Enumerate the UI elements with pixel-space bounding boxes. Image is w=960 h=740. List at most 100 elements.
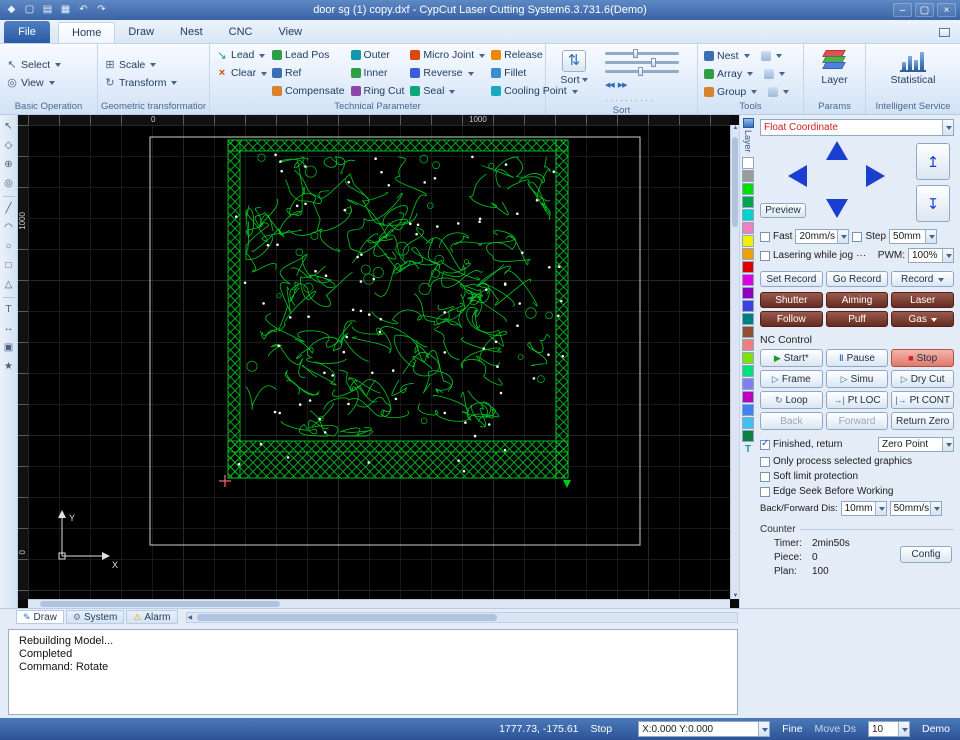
layer-button[interactable]: Layer: [810, 46, 860, 86]
ribbon-lead-pos-button[interactable]: Lead Pos: [269, 46, 348, 64]
group-extra-icon[interactable]: [768, 87, 778, 97]
palette-color-0[interactable]: [742, 157, 754, 169]
palette-color-13[interactable]: [742, 326, 754, 338]
canvas-area[interactable]: YX: [28, 125, 730, 599]
palette-color-1[interactable]: [742, 170, 754, 182]
sort-slider-1[interactable]: [605, 61, 679, 64]
horizontal-scrollbar[interactable]: [28, 599, 730, 608]
set-record-button[interactable]: Set Record: [760, 271, 823, 287]
jog-down-button[interactable]: [826, 199, 848, 218]
palette-color-2[interactable]: [742, 183, 754, 195]
frame-button[interactable]: ▷Frame: [760, 370, 823, 388]
palette-color-15[interactable]: [742, 352, 754, 364]
back-button[interactable]: Back: [760, 412, 823, 430]
ribbon-ring-cut-button[interactable]: Ring Cut: [348, 82, 408, 100]
menu-tab-home[interactable]: Home: [58, 22, 115, 43]
ribbon-group-button[interactable]: Group: [701, 83, 792, 101]
simu-button[interactable]: ▷Simu: [826, 370, 889, 388]
step-dropdown[interactable]: 50mm: [889, 229, 937, 244]
return-zero-button[interactable]: Return Zero: [891, 412, 954, 430]
palette-color-4[interactable]: [742, 209, 754, 221]
palette-color-12[interactable]: [742, 313, 754, 325]
step-checkbox[interactable]: [852, 232, 862, 242]
sort-prev-icon[interactable]: ◀◀: [605, 81, 614, 89]
dry-cut-button[interactable]: ▷Dry Cut: [891, 370, 954, 388]
drawing-canvas[interactable]: 01000 10000 YX ▲ ▼: [18, 115, 739, 608]
rectangle-tool[interactable]: □: [1, 259, 16, 273]
app-icon[interactable]: ◆: [4, 3, 19, 17]
ribbon-inner-button[interactable]: Inner: [348, 64, 408, 82]
pan-tool[interactable]: ⊕: [1, 158, 16, 172]
dis-speed-dropdown[interactable]: 50mm/s: [890, 501, 942, 516]
config-button[interactable]: Config: [900, 546, 952, 563]
tab-alarm[interactable]: ⚠Alarm: [126, 610, 177, 624]
sort-next-icon[interactable]: ▶▶: [618, 81, 627, 89]
palette-color-17[interactable]: [742, 378, 754, 390]
zoom-tool[interactable]: ◎: [1, 177, 16, 191]
sort-slider-0[interactable]: [605, 52, 679, 55]
z-up-button[interactable]: ↥: [916, 143, 950, 180]
jog-up-button[interactable]: [826, 141, 848, 160]
forward-button[interactable]: Forward: [826, 412, 889, 430]
ribbon-seal-button[interactable]: Seal: [407, 82, 488, 100]
transform-button[interactable]: ↻ Transform: [101, 74, 180, 92]
image-tool[interactable]: ▣: [1, 341, 16, 355]
palette-color-19[interactable]: [742, 404, 754, 416]
more-button[interactable]: ···: [856, 250, 866, 261]
bottom-scroll-thumb[interactable]: [197, 614, 497, 621]
sort-slider-2[interactable]: [605, 70, 679, 73]
ribbon-micro-joint-button[interactable]: Micro Joint: [407, 46, 488, 64]
start-button[interactable]: ▶Start*: [760, 349, 823, 367]
save-icon[interactable]: ▦: [58, 3, 73, 17]
message-console[interactable]: Rebuilding Model...CompletedCommand: Rot…: [8, 629, 738, 715]
horizontal-scroll-thumb[interactable]: [40, 601, 280, 607]
loop-button[interactable]: ↻Loop: [760, 391, 823, 409]
restore-button[interactable]: ▢: [915, 3, 934, 17]
finished-return-checkbox[interactable]: [760, 440, 770, 450]
move-ds-dropdown[interactable]: 10: [868, 721, 910, 737]
palette-transparent[interactable]: T: [745, 444, 751, 455]
preview-button[interactable]: Preview: [760, 203, 806, 218]
dis-distance-dropdown[interactable]: 10mm: [841, 501, 887, 516]
redo-icon[interactable]: ↷: [94, 3, 109, 17]
palette-color-21[interactable]: [742, 430, 754, 442]
option-checkbox-0[interactable]: [760, 457, 770, 467]
line-tool[interactable]: ╱: [1, 202, 16, 216]
array-extra-icon[interactable]: [764, 69, 774, 79]
palette-color-10[interactable]: [742, 287, 754, 299]
text-tool[interactable]: T: [1, 303, 16, 317]
stop-button[interactable]: ■Stop: [891, 349, 954, 367]
file-menu-button[interactable]: File: [4, 21, 50, 43]
measure-tool[interactable]: ↔: [1, 322, 16, 336]
node-edit-tool[interactable]: ◇: [1, 139, 16, 153]
option-checkbox-1[interactable]: [760, 472, 770, 482]
menu-tab-nest[interactable]: Nest: [167, 22, 216, 43]
pt-cont-button[interactable]: |→Pt CONT: [891, 391, 954, 409]
ribbon-ref-button[interactable]: Ref: [269, 64, 348, 82]
palette-color-9[interactable]: [742, 274, 754, 286]
open-file-icon[interactable]: ▤: [40, 3, 55, 17]
polygon-tool[interactable]: △: [1, 278, 16, 292]
palette-color-14[interactable]: [742, 339, 754, 351]
lead-button[interactable]: ↘ Lead: [213, 46, 269, 64]
ribbon-options-icon[interactable]: [939, 28, 950, 37]
ribbon-compensate-button[interactable]: Compensate: [269, 82, 348, 100]
laser-button[interactable]: Laser: [891, 292, 954, 308]
palette-color-18[interactable]: [742, 391, 754, 403]
sort-slider-thumb-1[interactable]: [651, 58, 656, 67]
pt-loc-button[interactable]: →|Pt LOC: [826, 391, 889, 409]
palette-color-20[interactable]: [742, 417, 754, 429]
undo-icon[interactable]: ↶: [76, 3, 91, 17]
machine-position-dropdown[interactable]: X:0.000 Y:0.000: [638, 721, 770, 737]
minimize-button[interactable]: –: [893, 3, 912, 17]
gas-dropdown-button[interactable]: Gas: [891, 311, 954, 327]
lasering-checkbox[interactable]: [760, 251, 770, 261]
bottom-scrollbar[interactable]: ◀: [186, 612, 738, 623]
zero-point-dropdown[interactable]: Zero Point: [878, 437, 954, 452]
palette-color-11[interactable]: [742, 300, 754, 312]
follow-button[interactable]: Follow: [760, 311, 823, 327]
pwm-dropdown[interactable]: 100%: [908, 248, 954, 263]
palette-color-5[interactable]: [742, 222, 754, 234]
menu-tab-view[interactable]: View: [265, 22, 315, 43]
clear-button[interactable]: × Clear: [213, 64, 269, 82]
